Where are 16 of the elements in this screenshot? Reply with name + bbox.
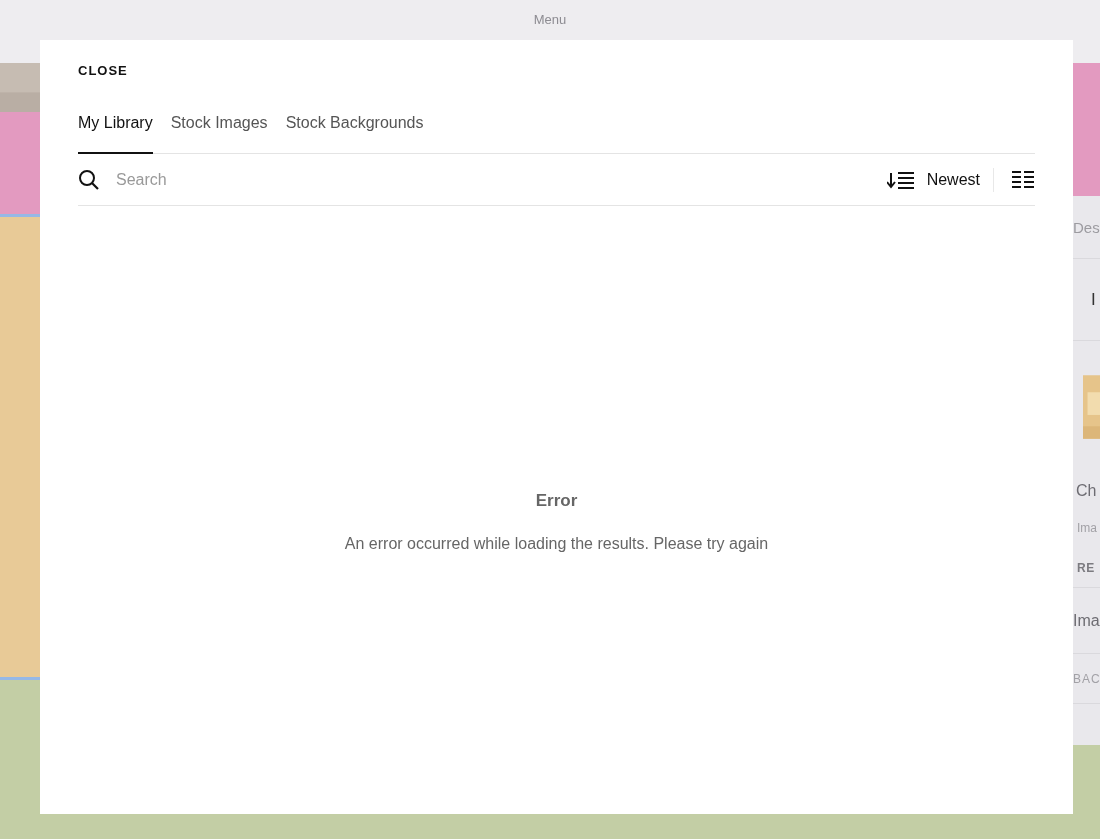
sort-icon xyxy=(886,170,915,189)
section-label: BAC xyxy=(1073,671,1100,686)
field-label: Ima xyxy=(1073,611,1100,630)
error-title: Error xyxy=(535,491,578,511)
search-icon xyxy=(78,168,100,191)
tab-label[interactable]: I xyxy=(1091,289,1096,310)
page-title: Menu xyxy=(533,12,567,28)
tab[interactable]: My Library xyxy=(78,106,153,154)
item-caption: Ima xyxy=(1077,521,1097,535)
sort-button[interactable]: Newest xyxy=(886,170,993,189)
error-message: An error occurred while loading the results. Please try again xyxy=(344,535,769,553)
tab[interactable]: Stock Backgrounds xyxy=(285,106,424,154)
field-label: Des xyxy=(1073,218,1100,236)
close-button[interactable]: CLOSE xyxy=(78,62,128,80)
tab[interactable]: Stock Images xyxy=(170,106,268,154)
item-title: Ch xyxy=(1076,481,1097,500)
